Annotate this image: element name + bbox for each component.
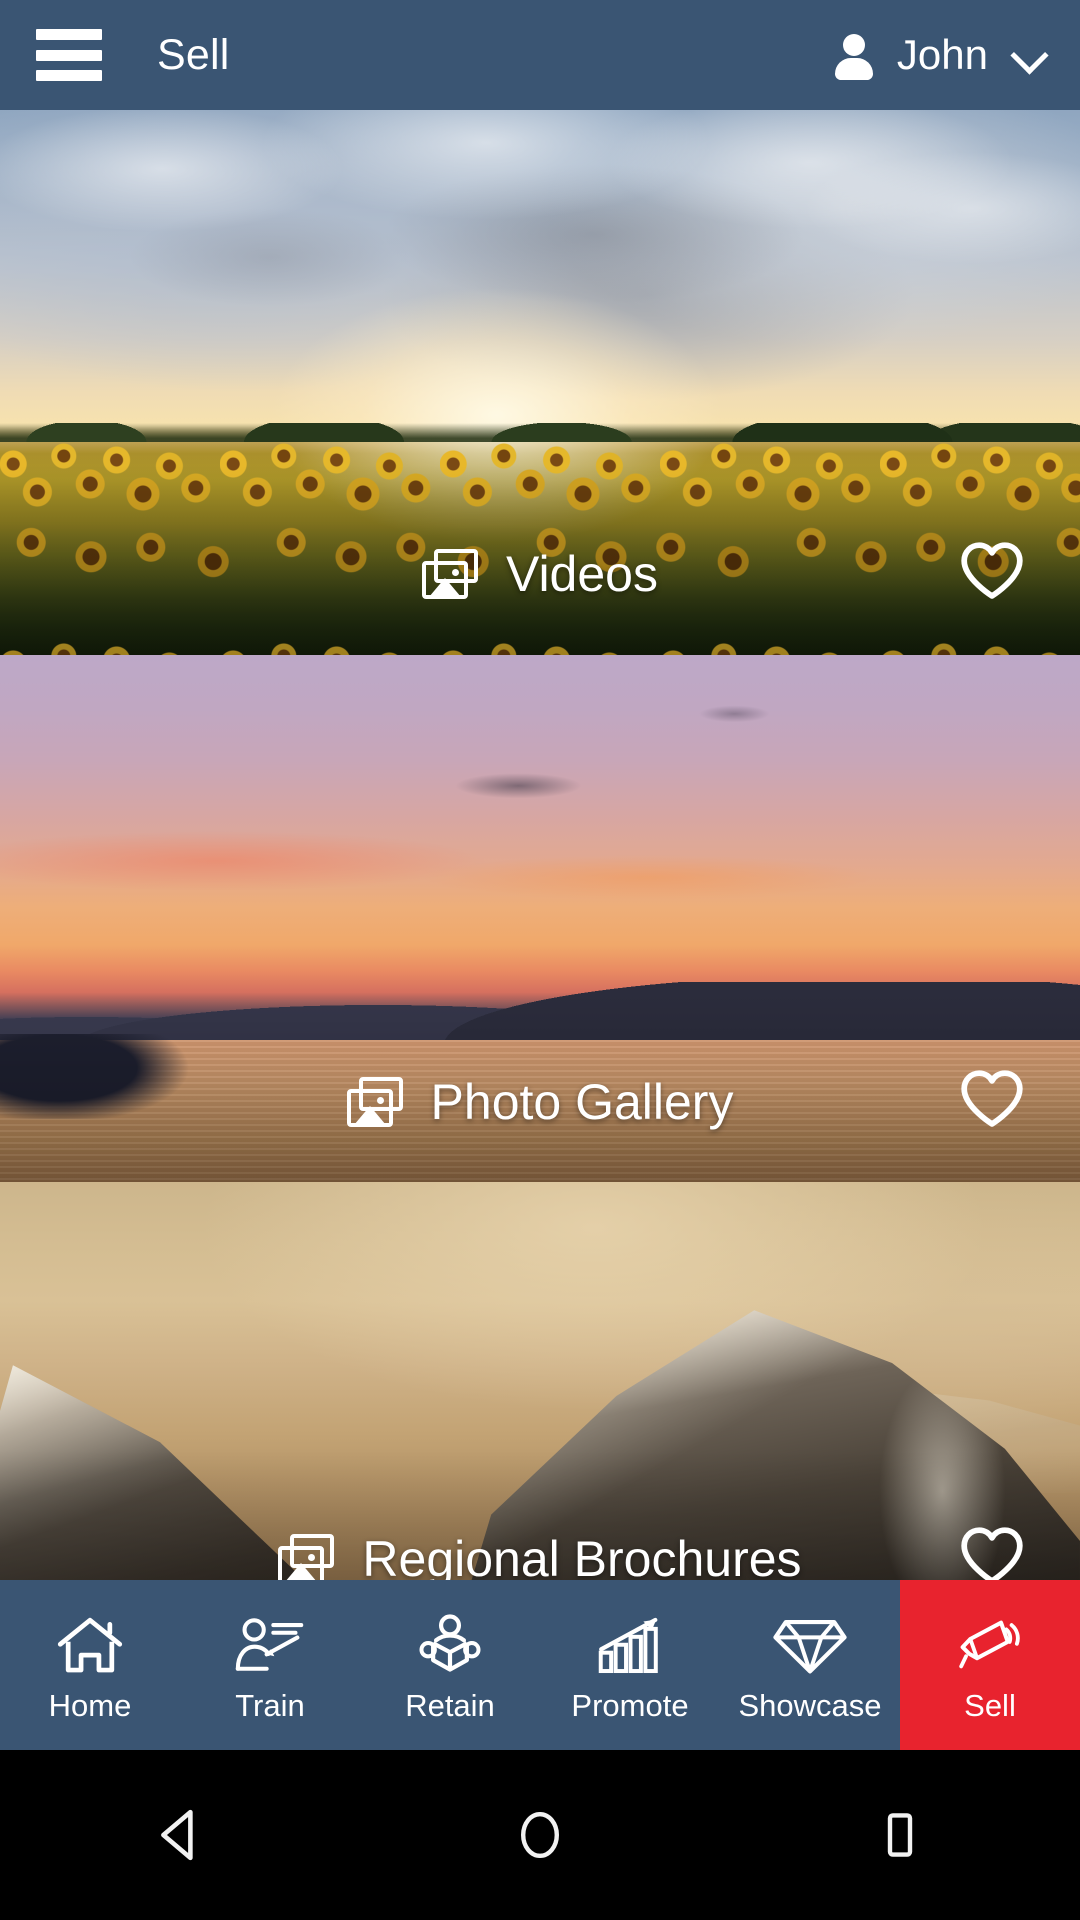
card-title-group: Videos [0,545,1080,603]
person-reading-icon [415,1610,485,1680]
sunflower-texture [0,431,1080,655]
photo-stack-icon [422,549,480,599]
hamburger-bar [36,70,102,81]
photo-stack-front [346,1089,393,1127]
card-regional-brochures[interactable]: Regional Brochures [0,1182,1080,1640]
card-videos[interactable]: Videos [0,110,1080,655]
cloud-layer [0,110,1080,437]
heart-outline-icon[interactable] [959,1068,1025,1128]
heart-outline-icon[interactable] [959,1525,1025,1585]
person-icon-head [842,34,865,56]
nav-label: Train [235,1687,305,1723]
house-icon [55,1610,125,1680]
nav-label: Showcase [738,1687,882,1723]
app-root: Sell John Videos Photo Gallery Regional … [0,0,1080,1920]
hamburger-bar [36,49,102,61]
nav-item-retain[interactable]: Retain [360,1580,540,1750]
card-title-group: Photo Gallery [0,1073,1080,1131]
user-menu[interactable]: John [833,31,1046,80]
growth-chart-icon [595,1610,665,1680]
nav-label: Retain [405,1687,495,1723]
app-header: Sell John [0,0,1080,110]
presenter-icon [234,1610,306,1680]
chevron-down-icon[interactable] [1012,38,1046,72]
card-title: Photo Gallery [430,1074,734,1130]
hamburger-bar [36,29,102,40]
photo-stack-front [278,1546,325,1584]
card-list: Videos Photo Gallery Regional Brochures [0,110,1080,1640]
bottom-navigation: Home Train Retain Promote Showcase Sell [0,1580,1080,1750]
heart-outline-icon[interactable] [959,540,1025,600]
back-triangle-icon[interactable] [120,1790,240,1880]
nav-item-showcase[interactable]: Showcase [720,1580,900,1750]
nav-item-sell[interactable]: Sell [900,1580,1080,1750]
page-title: Sell [157,30,230,79]
hamburger-menu-icon[interactable] [36,29,102,81]
card-photo-gallery[interactable]: Photo Gallery [0,655,1080,1182]
user-name-label: John [896,31,988,78]
nav-label: Promote [571,1687,689,1723]
photo-stack-icon [346,1077,405,1127]
person-icon-body [834,58,873,80]
nav-item-promote[interactable]: Promote [540,1580,720,1750]
megaphone-icon [954,1610,1026,1680]
card-title: Videos [506,546,658,602]
home-circle-icon[interactable] [480,1790,600,1880]
android-system-navigation [0,1750,1080,1920]
person-icon [833,32,875,80]
nav-item-train[interactable]: Train [180,1580,360,1750]
nav-label: Home [48,1687,132,1723]
nav-label: Sell [964,1687,1016,1723]
diamond-icon [773,1610,847,1680]
recents-square-icon[interactable] [840,1790,960,1880]
photo-stack-front [422,561,468,599]
nav-item-home[interactable]: Home [0,1580,180,1750]
lake-cloud-layer [0,655,1080,982]
photo-stack-icon [278,1534,336,1584]
